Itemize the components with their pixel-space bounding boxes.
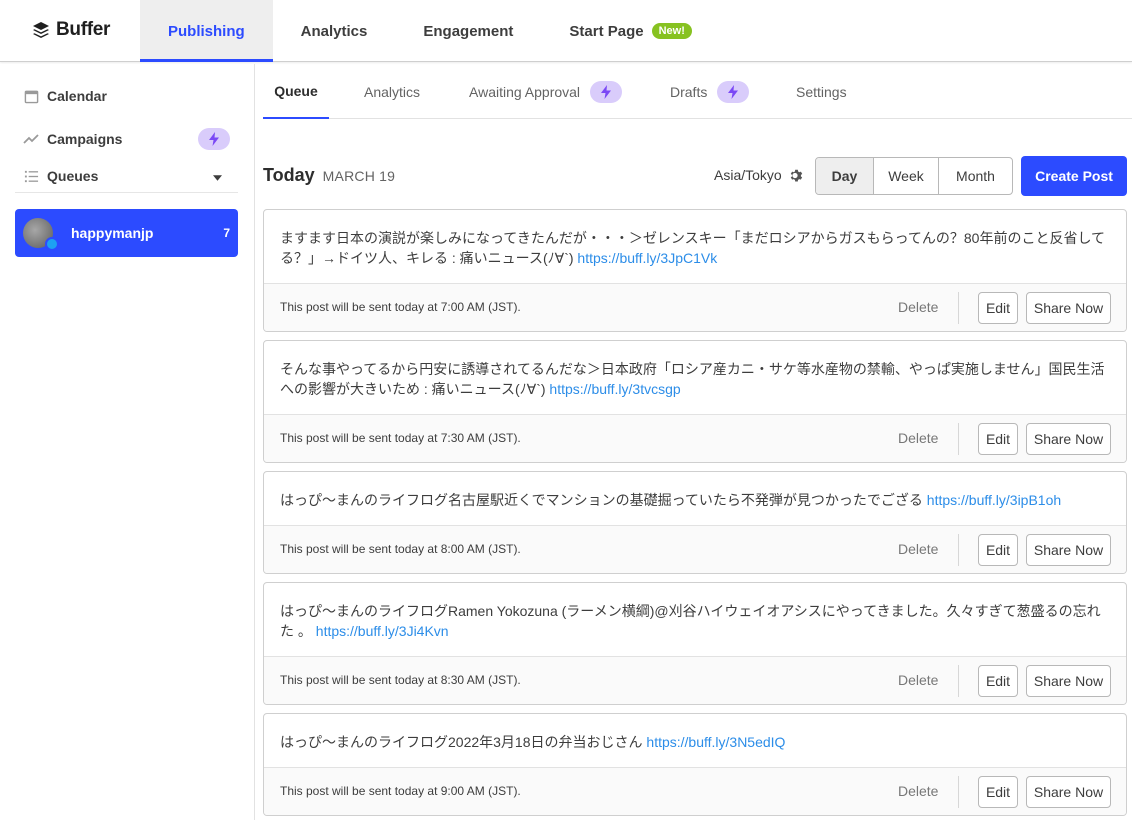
post-schedule: This post will be sent today at 8:30 AM … xyxy=(280,673,521,687)
footer-divider xyxy=(958,665,959,697)
view-week-button[interactable]: Week xyxy=(873,158,938,194)
queue-date-heading: Today MARCH 19 xyxy=(263,165,395,186)
post-text: はっぴ〜まんのライフログRamen Yokozuna (ラーメン横綱)@刈谷ハイ… xyxy=(280,603,1101,639)
delete-button[interactable]: Delete xyxy=(898,541,938,557)
edit-button[interactable]: Edit xyxy=(978,423,1018,455)
share-now-button[interactable]: Share Now xyxy=(1026,423,1111,455)
trend-icon xyxy=(23,131,39,147)
post-link[interactable]: https://buff.ly/3ipB1oh xyxy=(927,492,1061,508)
post-card: ますます日本の演説が楽しみになってきたんだが・・・＞ゼレンスキー「まだロシアから… xyxy=(263,209,1127,332)
profile-name: happymanjp xyxy=(71,225,154,241)
date-label: MARCH 19 xyxy=(322,168,396,184)
delete-button[interactable]: Delete xyxy=(898,299,938,315)
footer-divider xyxy=(958,423,959,455)
post-link[interactable]: https://buff.ly/3N5edIQ xyxy=(646,734,785,750)
post-footer: This post will be sent today at 9:00 AM … xyxy=(264,767,1126,815)
delete-button[interactable]: Delete xyxy=(898,783,938,799)
post-card: はっぴ〜まんのライフログRamen Yokozuna (ラーメン横綱)@刈谷ハイ… xyxy=(263,582,1127,705)
calendar-icon xyxy=(23,88,39,104)
share-now-button[interactable]: Share Now xyxy=(1026,534,1111,566)
tab-awaiting-approval[interactable]: Awaiting Approval xyxy=(469,64,623,119)
share-now-button[interactable]: Share Now xyxy=(1026,292,1111,324)
twitter-icon xyxy=(45,237,59,251)
timezone-label: Asia/Tokyo xyxy=(714,167,782,183)
buffer-stack-icon xyxy=(33,22,49,38)
timezone-selector[interactable]: Asia/Tokyo xyxy=(714,167,804,183)
bolt-icon xyxy=(728,84,739,99)
profile-happymanjp[interactable]: happymanjp 7 xyxy=(15,209,238,257)
nav-analytics[interactable]: Analytics xyxy=(273,0,396,62)
sidebar: Calendar Campaigns Queues happymanjp 7 xyxy=(0,64,255,820)
footer-divider xyxy=(958,776,959,808)
nav-engagement[interactable]: Engagement xyxy=(395,0,541,62)
buffer-logo[interactable]: Buffer xyxy=(32,19,110,41)
post-schedule: This post will be sent today at 7:00 AM … xyxy=(280,300,521,314)
post-schedule: This post will be sent today at 7:30 AM … xyxy=(280,431,521,445)
tab-queue[interactable]: Queue xyxy=(263,64,329,119)
post-link[interactable]: https://buff.ly/3JpC1Vk xyxy=(577,250,717,266)
profile-queue-count: 7 xyxy=(223,226,230,240)
gear-icon[interactable] xyxy=(789,168,804,183)
list-icon xyxy=(23,168,39,184)
sidebar-item-campaigns[interactable]: Campaigns xyxy=(23,128,230,150)
tab-drafts[interactable]: Drafts xyxy=(670,64,750,119)
post-text: そんな事やってるから円安に誘導されてるんだな＞日本政府「ロシア産カニ・サケ等水産… xyxy=(280,361,1105,397)
campaigns-upgrade-badge xyxy=(198,128,230,150)
tab-analytics[interactable]: Analytics xyxy=(364,64,420,119)
footer-divider xyxy=(958,534,959,566)
delete-button[interactable]: Delete xyxy=(898,430,938,446)
post-footer: This post will be sent today at 7:30 AM … xyxy=(264,414,1126,462)
nav-start-page[interactable]: Start Page New! xyxy=(541,0,719,62)
caret-down-icon[interactable] xyxy=(213,168,222,184)
post-card: そんな事やってるから円安に誘導されてるんだな＞日本政府「ロシア産カニ・サケ等水産… xyxy=(263,340,1127,463)
bolt-icon xyxy=(209,132,219,146)
share-now-button[interactable]: Share Now xyxy=(1026,665,1111,697)
sidebar-item-queues[interactable]: Queues xyxy=(23,168,230,184)
edit-button[interactable]: Edit xyxy=(978,776,1018,808)
view-day-button[interactable]: Day xyxy=(816,158,873,194)
post-link[interactable]: https://buff.ly/3Ji4Kvn xyxy=(316,623,449,639)
sidebar-divider xyxy=(15,192,238,193)
main-nav: Publishing Analytics Engagement Start Pa… xyxy=(140,0,720,62)
new-badge: New! xyxy=(651,23,692,39)
post-link[interactable]: https://buff.ly/3tvcsgp xyxy=(549,381,680,397)
top-navigation-bar: Buffer Publishing Analytics Engagement S… xyxy=(0,0,1132,62)
post-footer: This post will be sent today at 8:00 AM … xyxy=(264,525,1126,573)
avatar xyxy=(23,218,59,251)
publishing-tabs: Queue Analytics Awaiting Approval Drafts… xyxy=(263,64,1132,119)
drafts-upgrade-badge xyxy=(717,80,750,103)
edit-button[interactable]: Edit xyxy=(978,665,1018,697)
post-schedule: This post will be sent today at 8:00 AM … xyxy=(280,542,521,556)
tab-settings[interactable]: Settings xyxy=(796,64,847,119)
post-card: はっぴ〜まんのライフログ2022年3月18日の弁当おじさん https://bu… xyxy=(263,713,1127,816)
post-schedule: This post will be sent today at 9:00 AM … xyxy=(280,784,521,798)
footer-divider xyxy=(958,292,959,324)
approval-upgrade-badge xyxy=(590,80,623,103)
post-text: はっぴ〜まんのライフログ名古屋駅近くでマンションの基礎掘っていたら不発弾が見つか… xyxy=(280,492,1062,508)
nav-publishing[interactable]: Publishing xyxy=(140,0,273,62)
post-text: ますます日本の演説が楽しみになってきたんだが・・・＞ゼレンスキー「まだロシアから… xyxy=(280,230,1106,266)
delete-button[interactable]: Delete xyxy=(898,672,938,688)
today-label: Today xyxy=(263,165,315,185)
post-footer: This post will be sent today at 8:30 AM … xyxy=(264,656,1126,704)
view-switcher: Day Week Month xyxy=(815,157,1013,195)
post-text: はっぴ〜まんのライフログ2022年3月18日の弁当おじさん https://bu… xyxy=(280,734,786,750)
edit-button[interactable]: Edit xyxy=(978,534,1018,566)
create-post-button[interactable]: Create Post xyxy=(1021,156,1127,196)
bolt-icon xyxy=(601,84,612,99)
sidebar-item-calendar[interactable]: Calendar xyxy=(23,88,107,104)
post-card: はっぴ〜まんのライフログ名古屋駅近くでマンションの基礎掘っていたら不発弾が見つか… xyxy=(263,471,1127,574)
view-month-button[interactable]: Month xyxy=(938,158,1012,194)
edit-button[interactable]: Edit xyxy=(978,292,1018,324)
share-now-button[interactable]: Share Now xyxy=(1026,776,1111,808)
post-footer: This post will be sent today at 7:00 AM … xyxy=(264,283,1126,331)
brand-name: Buffer xyxy=(56,19,111,40)
